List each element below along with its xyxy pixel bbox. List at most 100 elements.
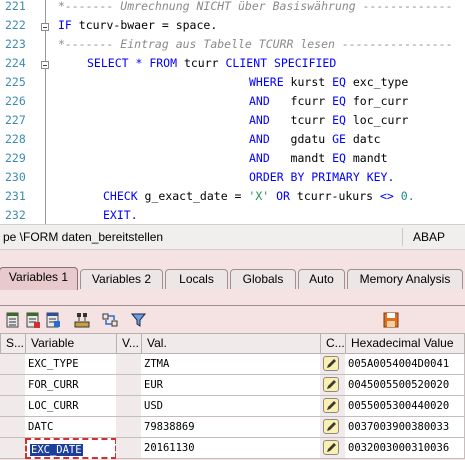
table-row[interactable]: EXC_DATE 20161130 0032003000310036 (0, 438, 465, 459)
code-text[interactable]: WHERE kurst EQ exc_type (249, 75, 408, 89)
change-value-cell[interactable] (320, 438, 346, 459)
hex-value: 0045005500520020 (348, 379, 450, 391)
visibility-cell (116, 354, 142, 375)
code-text[interactable]: *------- Umrechnung NICHT über Basiswähr… (58, 0, 453, 13)
code-editor[interactable]: 221 *------- Umrechnung NICHT über Basisw… (0, 0, 465, 224)
status-cell (0, 375, 26, 396)
variable-name: FOR_CURR (28, 379, 79, 391)
code-text[interactable]: ORDER BY PRIMARY KEY. (249, 170, 394, 184)
tab-memory-analysis[interactable]: Memory Analysis (347, 269, 463, 289)
table-row[interactable]: EXC_TYPE ZTMA 005A0054004D0041 (0, 354, 465, 375)
save-icon[interactable] (383, 312, 399, 328)
code-line: 225 WHERE kurst EQ exc_type (0, 74, 465, 93)
code-line: 221 *------- Umrechnung NICHT über Basisw… (0, 0, 465, 17)
column-header-hex-value[interactable]: Hexadecimal Value (345, 333, 465, 354)
table-select-icon[interactable] (45, 312, 61, 328)
variables-tab-strip: Variables 1 Variables 2 Locals Globals A… (0, 266, 465, 306)
change-value-cell[interactable] (320, 375, 346, 396)
pencil-icon[interactable] (323, 377, 339, 392)
hex-value: 0032003000310036 (348, 442, 450, 454)
change-value-cell[interactable] (320, 417, 346, 438)
transfer-icon[interactable] (102, 312, 118, 328)
code-text[interactable]: IF tcurv-bwaer = space. (58, 18, 217, 32)
tab-variables-1[interactable]: Variables 1 (0, 267, 78, 290)
variable-value: 20161130 (144, 442, 195, 454)
visibility-cell (116, 417, 142, 438)
value-cell[interactable]: ZTMA (141, 354, 321, 375)
fold-toggle-icon[interactable] (41, 23, 49, 31)
tab-locals[interactable]: Locals (165, 269, 228, 289)
code-line: 227 AND tcurr EQ loc_curr (0, 112, 465, 131)
value-cell[interactable]: 79838869 (141, 417, 321, 438)
variable-value: EUR (144, 379, 163, 391)
hex-value-cell: 0037003900380033 (345, 417, 465, 438)
hex-value: 0037003900380033 (348, 421, 450, 433)
code-line: 230 ORDER BY PRIMARY KEY. (0, 169, 465, 188)
code-text[interactable]: AND mandt EQ mandt (249, 151, 388, 165)
hex-value: 0055005300440020 (348, 400, 450, 412)
column-header-status[interactable]: S... (0, 333, 26, 354)
column-header-v[interactable]: V... (116, 333, 142, 354)
hex-value-cell: 0032003000310036 (345, 438, 465, 459)
change-value-cell[interactable] (320, 396, 346, 417)
column-header-variable[interactable]: Variable (25, 333, 117, 354)
pencil-icon[interactable] (323, 440, 339, 455)
column-header-value[interactable]: Val. (141, 333, 321, 354)
code-line: 224 SELECT * FROM tcurr CLIENT SPECIFIED (0, 55, 465, 74)
table-delete-icon[interactable] (25, 312, 41, 328)
debugger-panel: Variables 1 Variables 2 Locals Globals A… (0, 250, 465, 460)
editor-status-bar: pe \FORM daten_bereitstellen ABAP (0, 224, 465, 250)
value-cell[interactable]: 20161130 (141, 438, 321, 459)
tab-baseline (0, 305, 465, 306)
code-text[interactable]: EXIT. (103, 208, 138, 222)
change-value-cell[interactable] (320, 354, 346, 375)
variables-table: S... Variable V... Val. C... Hexadecimal… (0, 333, 465, 460)
code-text[interactable]: AND gdatu GE datc (249, 132, 381, 146)
code-text[interactable]: *------- Eintrag aus Tabelle TCURR lesen… (58, 37, 453, 51)
variable-name: DATC (28, 421, 54, 433)
status-cell (0, 417, 26, 438)
line-number: 227 (5, 113, 26, 127)
value-cell[interactable]: USD (141, 396, 321, 417)
filter-icon[interactable] (130, 312, 147, 328)
code-line: 228 AND gdatu GE datc (0, 131, 465, 150)
line-number: 222 (5, 18, 26, 32)
code-line: 222 IF tcurv-bwaer = space. (0, 17, 465, 36)
pencil-icon[interactable] (323, 356, 339, 371)
table-row[interactable]: FOR_CURR EUR 0045005500520020 (0, 375, 465, 396)
variable-name-cell[interactable]: FOR_CURR (25, 375, 117, 396)
visibility-cell (116, 396, 142, 417)
variable-value: 79838869 (144, 421, 195, 433)
line-number: 232 (5, 208, 26, 222)
tab-auto[interactable]: Auto (298, 269, 345, 289)
visibility-cell (116, 375, 142, 396)
code-text[interactable]: CHECK g_exact_date = 'X' OR tcurr-ukurs … (103, 189, 415, 203)
tab-variables-2[interactable]: Variables 2 (80, 269, 163, 289)
tab-globals[interactable]: Globals (230, 269, 296, 289)
line-number: 230 (5, 170, 26, 184)
fold-toggle-icon[interactable] (41, 61, 49, 69)
value-cell[interactable]: EUR (141, 375, 321, 396)
hex-value-cell: 0055005300440020 (345, 396, 465, 417)
hex-value: 005A0054004D0041 (348, 358, 450, 370)
table-row[interactable]: LOC_CURR USD 0055005300440020 (0, 396, 465, 417)
line-number: 225 (5, 75, 26, 89)
variable-value: ZTMA (144, 358, 170, 370)
visibility-cell (116, 438, 142, 459)
pencil-icon[interactable] (323, 419, 339, 434)
variable-name-cell[interactable]: DATC (25, 417, 117, 438)
line-number: 229 (5, 151, 26, 165)
code-text[interactable]: SELECT * FROM tcurr CLIENT SPECIFIED (87, 56, 336, 70)
table-settings-icon[interactable] (5, 312, 21, 328)
line-number: 226 (5, 94, 26, 108)
column-header-change[interactable]: C... (320, 333, 346, 354)
variable-name-cell[interactable]: LOC_CURR (25, 396, 117, 417)
status-cell (0, 354, 26, 375)
table-row[interactable]: DATC 79838869 0037003900380033 (0, 417, 465, 438)
code-text[interactable]: AND fcurr EQ for_curr (249, 94, 408, 108)
variable-name-cell[interactable]: EXC_TYPE (25, 354, 117, 375)
variable-name-cell[interactable]: EXC_DATE (25, 438, 117, 459)
hierarchy-icon[interactable] (74, 312, 90, 328)
pencil-icon[interactable] (323, 398, 339, 413)
code-text[interactable]: AND tcurr EQ loc_curr (249, 113, 408, 127)
